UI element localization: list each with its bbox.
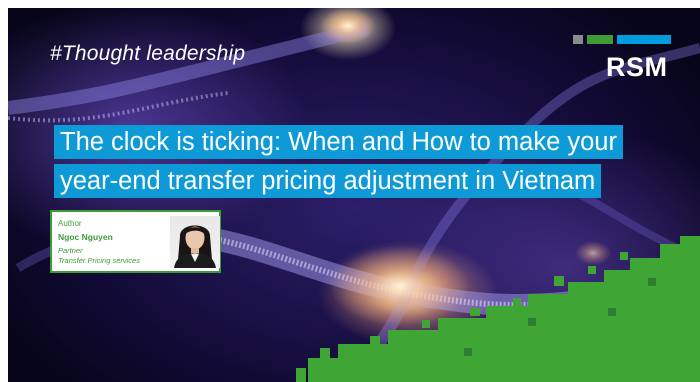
author-role: Partner — [58, 246, 83, 255]
logo-bar-blue — [617, 35, 671, 44]
author-department: Transfer Pricing services — [58, 256, 140, 265]
logo-bar-gray — [573, 35, 583, 44]
author-avatar — [170, 216, 220, 268]
author-portrait-icon — [174, 225, 216, 268]
banner: #Thought leadership RSM The clock is tic… — [8, 8, 700, 382]
title-line-2: year-end transfer pricing adjustment in … — [54, 164, 602, 198]
rsm-logo: RSM — [606, 52, 668, 82]
title-line-1: The clock is ticking: When and How to ma… — [54, 125, 623, 159]
rsm-logo-bars — [573, 35, 671, 44]
author-card: Author Ngoc Nguyen Partner Transfer Pric… — [50, 210, 221, 273]
author-label: Author — [58, 219, 82, 228]
hashtag-label: #Thought leadership — [50, 42, 246, 65]
logo-bar-green — [587, 35, 613, 44]
author-name: Ngoc Nguyen — [58, 232, 113, 242]
